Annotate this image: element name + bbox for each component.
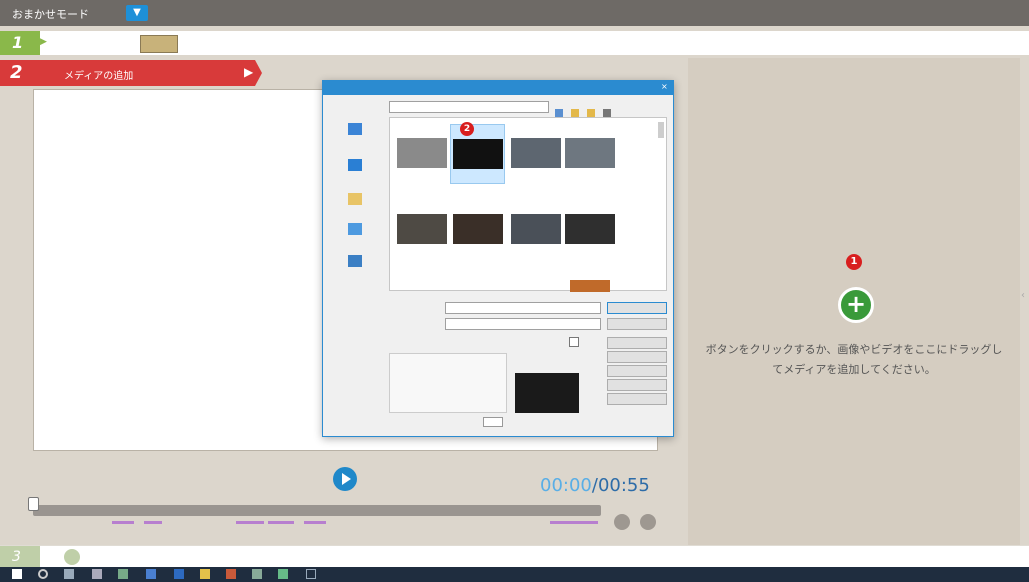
view-menu-icon[interactable]	[603, 109, 612, 117]
time-total: 00:55	[597, 475, 650, 496]
play-button[interactable]	[333, 467, 357, 491]
place-quick-access[interactable]	[333, 123, 377, 137]
callout-badge-1: 1	[846, 254, 862, 270]
step-1-arrow-icon: ▶	[40, 37, 47, 47]
file-thumbnail	[564, 214, 615, 244]
file-name-input[interactable]	[445, 302, 601, 314]
file-type-select[interactable]	[445, 318, 601, 330]
preview-options-button[interactable]	[569, 337, 579, 347]
desktop-icon	[348, 159, 362, 171]
step-2-number: 2	[10, 62, 23, 83]
pin-icon	[348, 123, 362, 135]
preview-play-button[interactable]	[483, 417, 503, 427]
place-network[interactable]	[333, 255, 377, 269]
dialog-close-button[interactable]: ×	[661, 82, 668, 91]
file-thumbnail	[510, 214, 561, 244]
file-item[interactable]	[450, 214, 505, 247]
up-folder-icon[interactable]	[571, 109, 580, 117]
file-item[interactable]	[508, 214, 563, 247]
file-item[interactable]	[562, 214, 617, 247]
file-item[interactable]	[394, 214, 449, 247]
file-thumbnail	[510, 138, 561, 168]
file-list[interactable]	[389, 117, 667, 292]
side-panel-handle-icon[interactable]: ‹	[1021, 290, 1029, 304]
callout-badge-2: 2	[460, 122, 474, 136]
start-icon[interactable]	[12, 569, 22, 579]
step-2-arrow-icon: ▶	[244, 65, 254, 79]
clip-marker	[268, 521, 294, 524]
time-display: 00:00/00:55	[540, 475, 650, 496]
step-2-header[interactable]: 2 メディアの追加 ▶	[0, 60, 262, 86]
file-item[interactable]	[562, 138, 617, 171]
file-list-scrollbar[interactable]	[658, 122, 664, 138]
drop-hint-text: ボタンをクリックするか、画像やビデオをここにドラッグしてメディアを追加してくださ…	[705, 343, 1003, 376]
file-info-box	[389, 353, 507, 413]
dialog-side-button[interactable]	[607, 379, 667, 391]
zoom-in-icon[interactable]	[640, 514, 656, 530]
export-icon	[64, 549, 80, 565]
step-2-label: メディアの追加	[64, 71, 134, 82]
search-icon[interactable]	[38, 569, 48, 579]
places-bar	[327, 119, 383, 289]
taskbar-app-icon[interactable]	[252, 569, 262, 579]
taskbar-app-icon[interactable]	[118, 569, 128, 579]
dialog-side-button[interactable]	[607, 337, 667, 349]
windows-taskbar	[0, 567, 1029, 582]
dialog-preview-thumbnail	[515, 373, 579, 413]
clip-marker	[236, 521, 264, 524]
edge-icon[interactable]	[174, 569, 184, 579]
open-button[interactable]	[607, 302, 667, 314]
template-thumbnail[interactable]	[140, 35, 178, 53]
file-thumbnail	[452, 139, 503, 169]
dialog-title	[323, 81, 673, 95]
step-3-number: 3	[0, 546, 40, 568]
dialog-side-button[interactable]	[607, 393, 667, 405]
file-thumbnail	[452, 214, 503, 244]
clip-marker	[550, 521, 598, 524]
file-thumbnail	[564, 138, 615, 168]
taskbar-app-icon[interactable]	[226, 569, 236, 579]
network-icon	[348, 255, 362, 267]
dialog-toolbar-icons[interactable]	[555, 102, 615, 117]
step-3-row[interactable]: 3	[0, 545, 1029, 568]
file-item-selected[interactable]	[450, 124, 505, 184]
clip-marker	[304, 521, 326, 524]
computer-icon	[348, 223, 362, 235]
time-current: 00:00	[540, 475, 592, 496]
file-item[interactable]	[508, 138, 563, 171]
file-item[interactable]	[394, 138, 449, 171]
file-thumbnail	[396, 214, 447, 244]
timeline-scrubber[interactable]	[28, 497, 39, 511]
phone-icon[interactable]	[92, 569, 102, 579]
step-1-row[interactable]: 1 ▶	[0, 31, 1029, 55]
clip-marker	[112, 521, 134, 524]
libraries-icon	[348, 193, 362, 205]
explorer-icon[interactable]	[200, 569, 210, 579]
place-libraries[interactable]	[333, 193, 377, 207]
mode-dropdown-button[interactable]: ▼	[126, 5, 148, 21]
step-1-number: 1	[0, 31, 40, 55]
mode-label: おまかせモード	[12, 8, 89, 21]
task-view-icon[interactable]	[64, 569, 74, 579]
taskbar-app-icon[interactable]	[278, 569, 288, 579]
new-folder-icon[interactable]	[587, 109, 596, 117]
add-media-button[interactable]: +	[838, 287, 874, 323]
open-file-dialog: × 2	[322, 80, 674, 437]
dialog-side-button[interactable]	[607, 351, 667, 363]
cancel-button[interactable]	[607, 318, 667, 330]
back-icon[interactable]	[555, 109, 563, 117]
dialog-side-button[interactable]	[607, 365, 667, 377]
place-desktop[interactable]	[333, 159, 377, 173]
look-in-combo[interactable]	[389, 101, 549, 113]
zoom-out-icon[interactable]	[614, 514, 630, 530]
clip-marker	[144, 521, 162, 524]
taskbar-app-icon[interactable]	[306, 569, 316, 579]
timeline-track[interactable]	[33, 505, 601, 516]
title-bar: おまかせモード ▼	[0, 0, 1029, 26]
file-thumbnail	[396, 138, 447, 168]
taskbar-app-icon[interactable]	[146, 569, 156, 579]
file-thumbnail-partial	[570, 280, 610, 292]
place-pc[interactable]	[333, 223, 377, 237]
